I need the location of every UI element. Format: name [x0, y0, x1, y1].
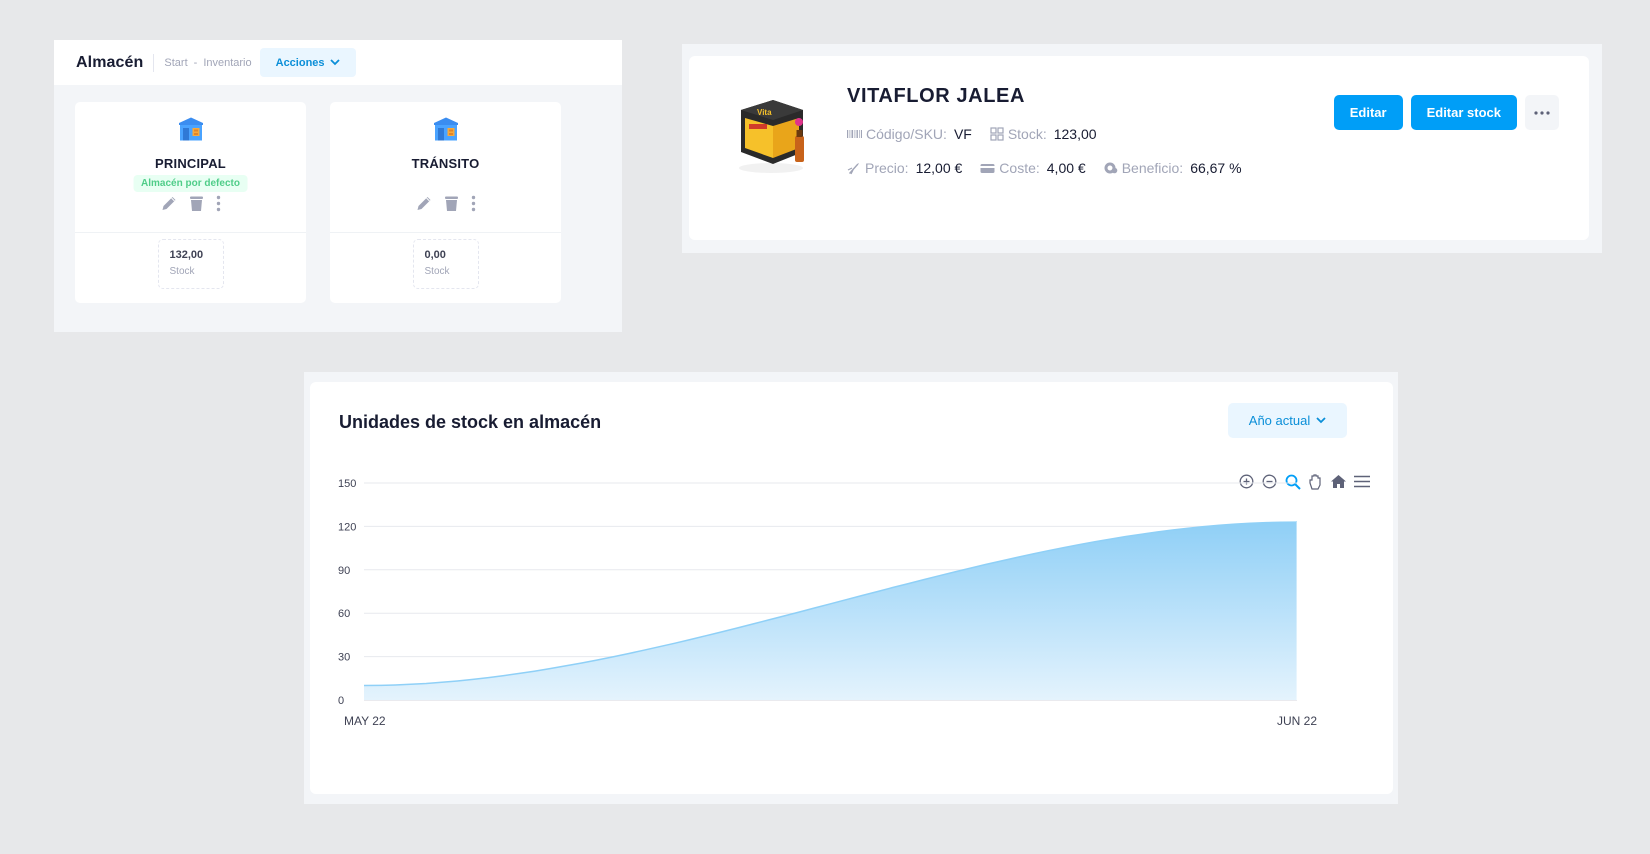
kebab-icon[interactable]: [470, 195, 476, 212]
card-divider: [330, 232, 561, 233]
edit-stock-button[interactable]: Editar stock: [1410, 95, 1517, 130]
sku-label: Código/SKU:: [866, 126, 947, 142]
breadcrumb: Start - Inventario: [164, 57, 251, 69]
coin-icon: [1104, 162, 1118, 174]
profit-meta: Beneficio: 66,67 %: [1104, 160, 1242, 176]
svg-text:Vita: Vita: [757, 108, 772, 117]
stock-box: 132,00 Stock: [157, 239, 224, 289]
cost-label: Coste:: [999, 160, 1040, 176]
x-tick-label: MAY 22: [344, 714, 386, 728]
warehouse-card-transito: TRÁNSITO 0,00 Stock: [330, 102, 561, 303]
product-name: VITAFLOR JALEA: [847, 85, 1026, 107]
stock-label: Stock: [424, 266, 450, 277]
breadcrumb-start[interactable]: Start: [164, 57, 187, 69]
pencil-icon[interactable]: [415, 195, 432, 212]
chevron-down-icon: [329, 59, 340, 66]
boxes-icon: [990, 127, 1004, 141]
stock-value: 123,00: [1053, 126, 1097, 142]
breadcrumb-separator: -: [193, 56, 198, 69]
card-divider: [75, 232, 306, 233]
trash-icon[interactable]: [444, 195, 458, 212]
warehouse-icon: [178, 117, 203, 141]
warehouse-card-principal: PRINCIPAL Almacén por defecto 132,00 Sto…: [75, 102, 306, 303]
actions-label: Acciones: [275, 56, 325, 69]
profit-value: 66,67 %: [1190, 160, 1242, 176]
warehouse-name: PRINCIPAL: [155, 156, 226, 171]
barcode-icon: [847, 130, 862, 138]
y-tick-label: 150: [338, 478, 356, 490]
product-panel: Vita VITAFLOR JALEA Código/SKU: VF Stock…: [682, 44, 1602, 253]
breadcrumb-inventario: Inventario: [203, 56, 252, 69]
sku-value: VF: [953, 126, 972, 142]
warehouse-name: TRÁNSITO: [411, 156, 480, 171]
cost-value: 4,00 €: [1046, 160, 1086, 176]
actions-dropdown[interactable]: Acciones: [259, 48, 356, 77]
trash-icon[interactable]: [189, 195, 203, 212]
profit-label: Beneficio:: [1121, 160, 1184, 176]
stock-value: 0,00: [424, 249, 446, 261]
stock-area-chart: 0 30 60 90 120 150 MAY 22 JUN 22: [338, 478, 1317, 728]
stock-label: Stock: [169, 266, 195, 277]
warehouse-header: Almacén Start - Inventario Acciones: [54, 40, 622, 85]
price-meta: Precio: 12,00 €: [847, 160, 962, 176]
cost-meta: Coste: 4,00 €: [980, 160, 1086, 176]
kebab-icon[interactable]: [215, 195, 221, 212]
product-image: Vita: [739, 100, 804, 173]
y-tick-label: 0: [338, 695, 344, 707]
y-tick-label: 120: [338, 521, 356, 533]
price-label: Precio:: [865, 160, 909, 176]
stock-area: [364, 522, 1297, 700]
edit-button[interactable]: Editar: [1333, 95, 1403, 130]
warehouse-panel: Almacén Start - Inventario Acciones PRIN…: [54, 40, 622, 332]
chart-card: Unidades de stock en almacén Año actual: [310, 382, 1393, 794]
warehouse-icon: [433, 117, 458, 141]
y-tick-label: 30: [338, 652, 350, 664]
more-options-button[interactable]: [1525, 95, 1559, 130]
stock-label: Stock:: [1007, 126, 1047, 142]
more-horizontal-icon: [1534, 110, 1550, 115]
x-tick-label: JUN 22: [1277, 714, 1317, 728]
y-tick-label: 90: [338, 565, 350, 577]
page-title: Almacén: [76, 53, 144, 71]
default-warehouse-badge: Almacén por defecto: [133, 175, 248, 192]
pencil-icon[interactable]: [160, 195, 177, 212]
stock-box: 0,00 Stock: [412, 239, 479, 289]
y-tick-label: 60: [338, 608, 350, 620]
stock-value: 132,00: [169, 249, 204, 261]
product-card: Vita VITAFLOR JALEA Código/SKU: VF Stock…: [689, 56, 1589, 240]
chart-panel: Unidades de stock en almacén Año actual: [304, 372, 1398, 804]
header-separator: [153, 53, 155, 72]
price-value: 12,00 €: [915, 160, 963, 176]
rocket-icon: [847, 163, 859, 175]
sku-meta: Código/SKU: VF: [847, 126, 972, 142]
stock-meta: Stock: 123,00: [990, 126, 1097, 142]
credit-card-icon: [980, 163, 995, 173]
